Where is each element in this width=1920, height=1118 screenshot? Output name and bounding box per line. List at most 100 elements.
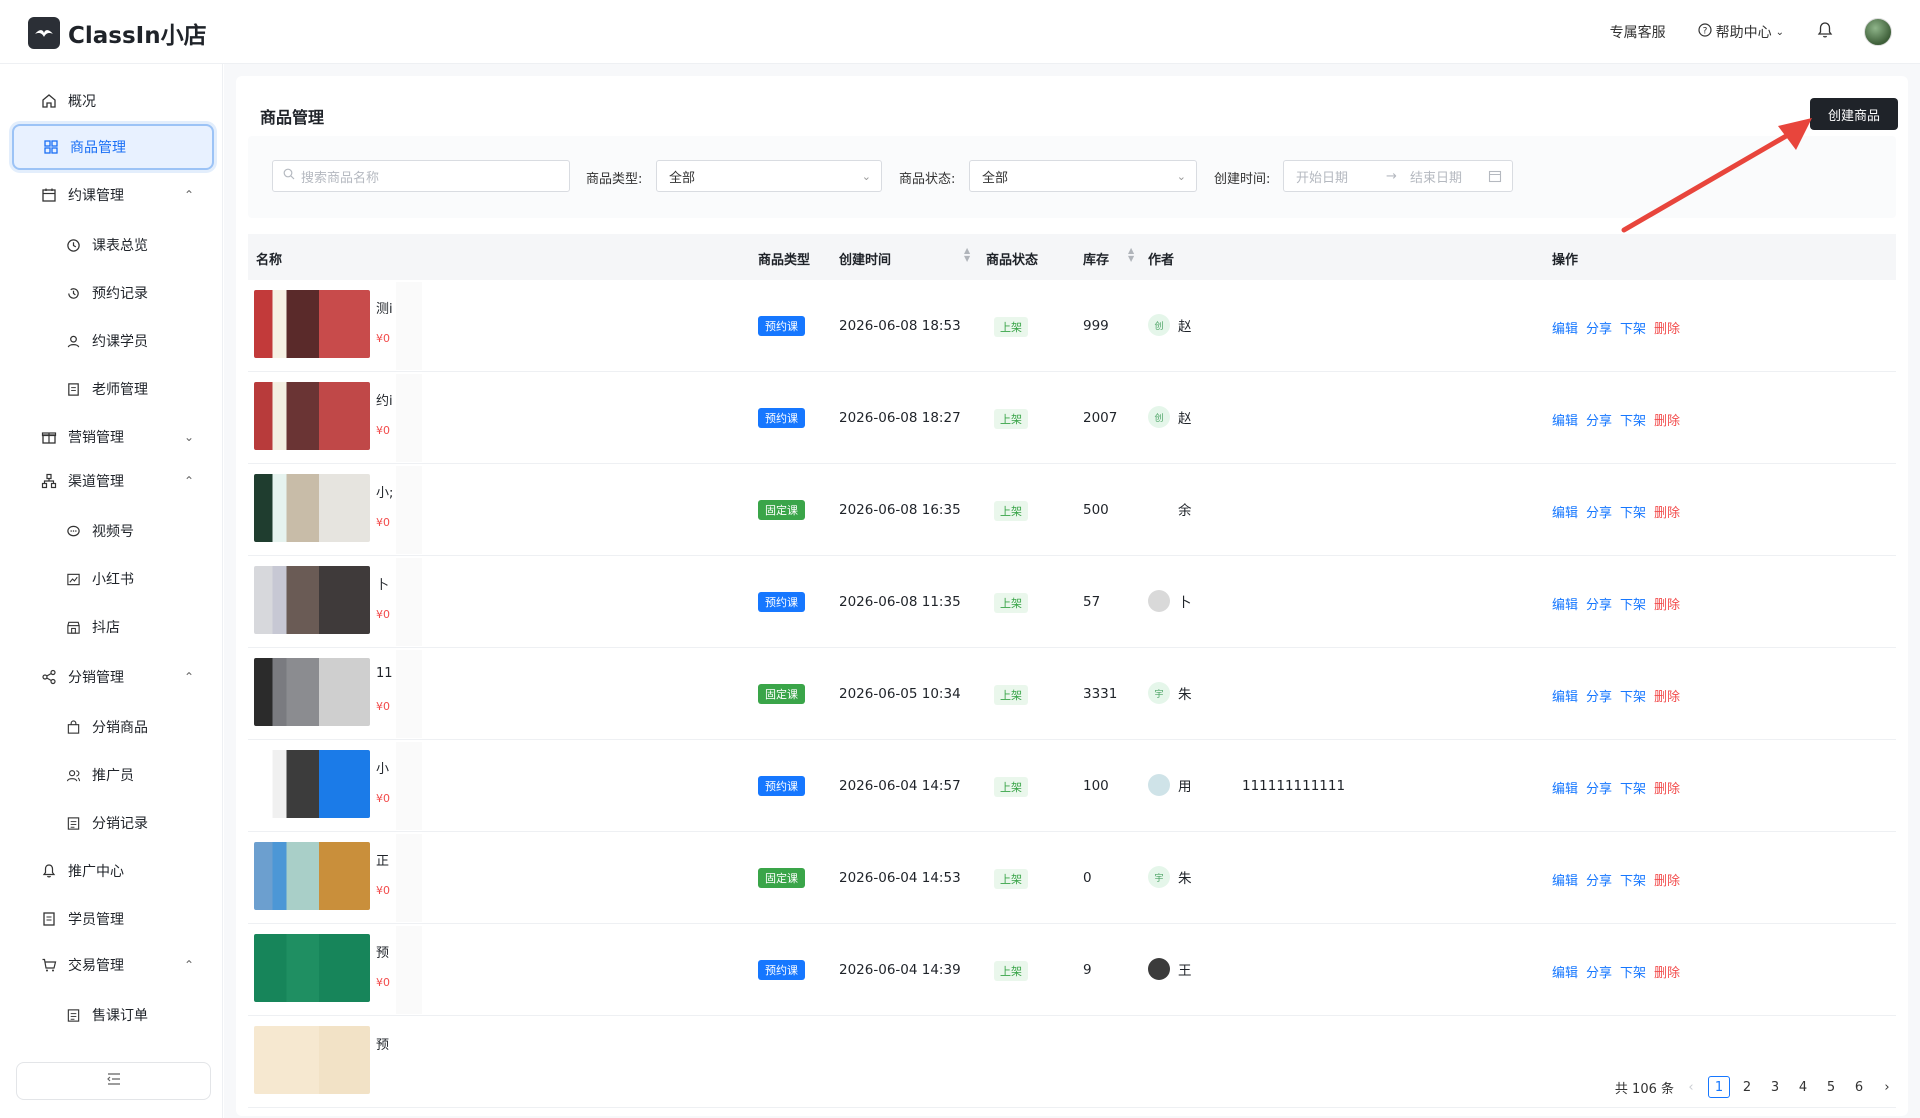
create-product-button[interactable]: 创建商品 <box>1810 98 1898 130</box>
sidebar-collapse-button[interactable] <box>16 1062 211 1100</box>
sidebar-item-xiaohongshu[interactable]: 小红书 <box>12 556 214 602</box>
prev-page-icon[interactable]: ‹ <box>1680 1076 1702 1098</box>
share-link[interactable]: 分享 <box>1586 594 1612 613</box>
history-icon <box>64 284 82 302</box>
page-button[interactable]: 5 <box>1820 1076 1842 1098</box>
delete-link[interactable]: 删除 <box>1654 962 1680 981</box>
product-thumbnail[interactable] <box>254 658 370 726</box>
sidebar-item-video-channel[interactable]: 视频号 <box>12 508 214 554</box>
product-name[interactable]: 预 <box>376 942 389 961</box>
sidebar-item-douyin-store[interactable]: 抖店 <box>12 604 214 650</box>
product-name[interactable]: 预 <box>376 1034 389 1053</box>
sidebar-item-student-management[interactable]: 学员管理 <box>12 896 214 942</box>
offline-link[interactable]: 下架 <box>1620 870 1646 889</box>
status-filter-select[interactable]: 全部 ⌄ <box>969 160 1197 192</box>
sort-icon[interactable]: ▲ ▼ <box>1128 247 1134 263</box>
sidebar-item-distribution-products[interactable]: 分销商品 <box>12 704 214 750</box>
sidebar-item-promotion-center[interactable]: 推广中心 <box>12 848 214 894</box>
product-name[interactable]: 约i <box>376 390 393 409</box>
product-thumbnail[interactable] <box>254 382 370 450</box>
sitemap-icon <box>40 472 58 490</box>
share-link[interactable]: 分享 <box>1586 318 1612 337</box>
sidebar-item-students[interactable]: 约课学员 <box>12 318 214 364</box>
share-link[interactable]: 分享 <box>1586 502 1612 521</box>
notification-bell-icon[interactable] <box>1816 21 1834 43</box>
edit-link[interactable]: 编辑 <box>1552 502 1578 521</box>
share-link[interactable]: 分享 <box>1586 410 1612 429</box>
user-avatar[interactable] <box>1864 18 1892 46</box>
help-center-dropdown[interactable]: ? 帮助中心 ⌄ <box>1698 22 1784 42</box>
sidebar-item-course-orders[interactable]: 售课订单 <box>12 992 214 1038</box>
product-thumbnail[interactable] <box>254 934 370 1002</box>
offline-link[interactable]: 下架 <box>1620 686 1646 705</box>
share-link[interactable]: 分享 <box>1586 962 1612 981</box>
delete-link[interactable]: 删除 <box>1654 870 1680 889</box>
offline-link[interactable]: 下架 <box>1620 778 1646 797</box>
stock-value: 57 <box>1083 594 1101 610</box>
sidebar-item-teachers[interactable]: 老师管理 <box>12 366 214 412</box>
end-date-field[interactable]: 结束日期 <box>1410 167 1490 186</box>
offline-link[interactable]: 下架 <box>1620 502 1646 521</box>
edit-link[interactable]: 编辑 <box>1552 962 1578 981</box>
product-name[interactable]: 正 <box>376 850 389 869</box>
product-name[interactable]: 测i <box>376 298 393 317</box>
sidebar-item-marketing[interactable]: 营销管理 ⌄ <box>12 414 214 460</box>
product-name[interactable]: 卜 <box>376 574 389 593</box>
product-thumbnail[interactable] <box>254 750 370 818</box>
page-button[interactable]: 4 <box>1792 1076 1814 1098</box>
sort-icon[interactable]: ▲ ▼ <box>964 247 970 263</box>
next-page-icon[interactable]: › <box>1876 1076 1898 1098</box>
page-button[interactable]: 3 <box>1764 1076 1786 1098</box>
offline-link[interactable]: 下架 <box>1620 594 1646 613</box>
delete-link[interactable]: 删除 <box>1654 410 1680 429</box>
sidebar-item-promoters[interactable]: 推广员 <box>12 752 214 798</box>
product-name[interactable]: 小; <box>376 482 393 501</box>
delete-link[interactable]: 删除 <box>1654 594 1680 613</box>
product-thumbnail[interactable] <box>254 474 370 542</box>
app-logo[interactable]: ClassIn小店 <box>28 16 207 50</box>
page-button[interactable]: 1 <box>1708 1076 1730 1098</box>
sidebar-item-channels[interactable]: 渠道管理 ⌃ <box>12 458 214 504</box>
page-button[interactable]: 2 <box>1736 1076 1758 1098</box>
offline-link[interactable]: 下架 <box>1620 410 1646 429</box>
edit-link[interactable]: 编辑 <box>1552 318 1578 337</box>
sidebar-item-overview[interactable]: 概况 <box>12 78 214 124</box>
offline-link[interactable]: 下架 <box>1620 318 1646 337</box>
support-link[interactable]: 专属客服 <box>1610 22 1666 42</box>
user-icon <box>64 332 82 350</box>
share-link[interactable]: 分享 <box>1586 778 1612 797</box>
product-name[interactable]: 小 <box>376 758 389 777</box>
sidebar-item-products[interactable]: 商品管理 <box>12 124 214 170</box>
share-link[interactable]: 分享 <box>1586 870 1612 889</box>
product-thumbnail[interactable] <box>254 842 370 910</box>
edit-link[interactable]: 编辑 <box>1552 870 1578 889</box>
type-filter-select[interactable]: 全部 ⌄ <box>656 160 882 192</box>
edit-link[interactable]: 编辑 <box>1552 594 1578 613</box>
edit-link[interactable]: 编辑 <box>1552 410 1578 429</box>
column-stock[interactable]: 库存 <box>1083 249 1109 268</box>
search-input[interactable]: 搜索商品名称 <box>272 160 570 192</box>
product-thumbnail[interactable] <box>254 290 370 358</box>
product-thumbnail[interactable] <box>254 566 370 634</box>
offline-link[interactable]: 下架 <box>1620 962 1646 981</box>
share-link[interactable]: 分享 <box>1586 686 1612 705</box>
column-created[interactable]: 创建时间 <box>839 249 891 268</box>
sidebar-item-label: 售课订单 <box>92 1008 148 1024</box>
date-range-picker[interactable]: 开始日期 → 结束日期 <box>1283 160 1513 192</box>
delete-link[interactable]: 删除 <box>1654 686 1680 705</box>
product-thumbnail[interactable] <box>254 1026 370 1094</box>
sidebar-item-booking[interactable]: 约课管理 ⌃ <box>12 172 214 218</box>
edit-link[interactable]: 编辑 <box>1552 686 1578 705</box>
page-button[interactable]: 6 <box>1848 1076 1870 1098</box>
delete-link[interactable]: 删除 <box>1654 778 1680 797</box>
sidebar-item-distribution-records[interactable]: 分销记录 <box>12 800 214 846</box>
sidebar-item-distribution[interactable]: 分销管理 ⌃ <box>12 654 214 700</box>
edit-link[interactable]: 编辑 <box>1552 778 1578 797</box>
sidebar-item-schedule[interactable]: 课表总览 <box>12 222 214 268</box>
start-date-field[interactable]: 开始日期 <box>1296 167 1386 186</box>
delete-link[interactable]: 删除 <box>1654 318 1680 337</box>
delete-link[interactable]: 删除 <box>1654 502 1680 521</box>
sidebar-item-booking-records[interactable]: 预约记录 <box>12 270 214 316</box>
sidebar-item-transactions[interactable]: 交易管理 ⌃ <box>12 942 214 988</box>
product-name[interactable]: 11 <box>376 666 393 681</box>
